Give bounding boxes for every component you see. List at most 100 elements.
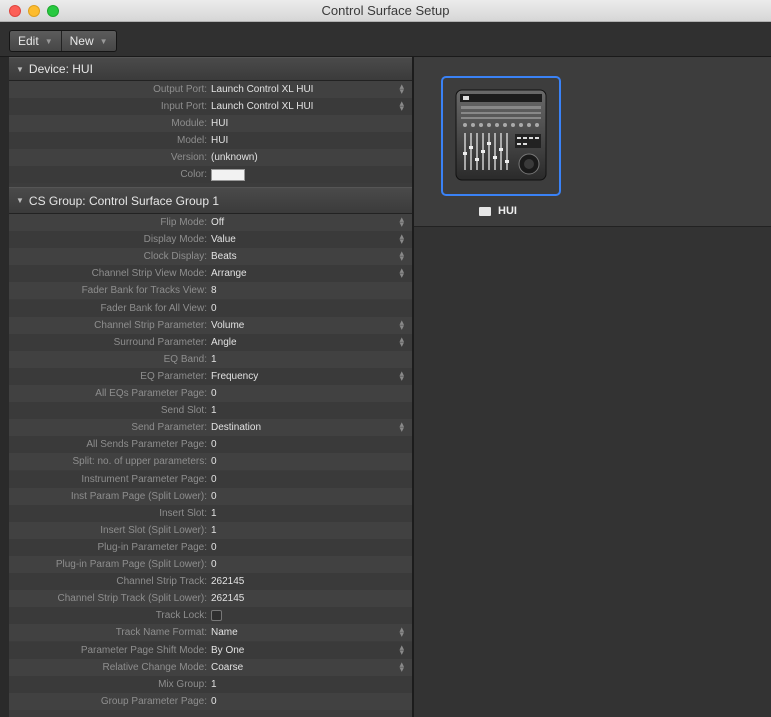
new-menu-button[interactable]: New ▼: [60, 31, 116, 51]
up-down-stepper-icon[interactable]: ▴ ▾: [399, 420, 404, 434]
property-row[interactable]: Inst Param Page (Split Lower): 0: [9, 487, 412, 505]
property-row[interactable]: Track Name Format: Name ▴ ▾: [9, 624, 412, 642]
property-value[interactable]: Arrange: [211, 268, 247, 279]
property-value[interactable]: Value: [211, 234, 236, 245]
empty-surface-area[interactable]: [414, 227, 771, 717]
property-label: Track Lock:: [155, 610, 207, 622]
up-down-stepper-icon[interactable]: ▴ ▾: [399, 266, 404, 280]
property-value[interactable]: 0: [211, 696, 217, 707]
property-value[interactable]: 0: [211, 456, 217, 467]
property-value[interactable]: (unknown): [211, 152, 258, 163]
property-row[interactable]: Clock Display: Beats ▴ ▾: [9, 248, 412, 266]
group-section-header[interactable]: ▼ CS Group: Control Surface Group 1: [9, 187, 412, 214]
property-label: Group Parameter Page:: [100, 695, 207, 707]
property-row[interactable]: All EQs Parameter Page: 0: [9, 385, 412, 402]
property-label: Input Port:: [160, 101, 207, 112]
property-value[interactable]: Frequency: [211, 371, 258, 382]
property-value[interactable]: 262145: [211, 593, 244, 604]
property-row[interactable]: Channel Strip Parameter: Volume ▴ ▾: [9, 316, 412, 334]
property-value[interactable]: 1: [211, 405, 217, 416]
property-value[interactable]: 1: [211, 354, 217, 365]
chevron-down-icon: ▼: [99, 36, 108, 46]
property-value[interactable]: By One: [211, 645, 244, 656]
property-value[interactable]: 0: [211, 388, 217, 399]
up-down-stepper-icon[interactable]: ▴ ▾: [399, 334, 404, 348]
property-row[interactable]: All Sends Parameter Page: 0: [9, 436, 412, 454]
property-value[interactable]: Beats: [211, 251, 237, 262]
property-value[interactable]: 0: [211, 474, 217, 485]
property-row[interactable]: Input Port: Launch Control XL HUI ▴ ▾: [9, 98, 412, 115]
property-value[interactable]: Launch Control XL HUI: [211, 101, 313, 112]
up-down-stepper-icon[interactable]: ▴ ▾: [399, 368, 404, 382]
property-value[interactable]: 8: [211, 285, 217, 296]
property-value[interactable]: Off: [211, 217, 224, 228]
up-down-stepper-icon[interactable]: ▴ ▾: [399, 232, 404, 246]
up-down-stepper-icon[interactable]: ▴ ▾: [399, 317, 404, 331]
property-row[interactable]: Plug-in Param Page (Split Lower): 0: [9, 556, 412, 573]
property-value[interactable]: 0: [211, 439, 217, 450]
property-label: Clock Display:: [143, 251, 207, 263]
property-row[interactable]: Version: (unknown): [9, 149, 412, 166]
up-down-stepper-icon[interactable]: ▴ ▾: [399, 642, 404, 656]
up-down-stepper-icon[interactable]: ▴ ▾: [399, 215, 404, 229]
property-row[interactable]: Flip Mode: Off ▴ ▾: [9, 214, 412, 231]
property-row[interactable]: Fader Bank for All View: 0: [9, 299, 412, 317]
color-swatch[interactable]: [211, 168, 245, 181]
property-row[interactable]: Channel Strip Track: 262145: [9, 573, 412, 591]
property-row[interactable]: Output Port: Launch Control XL HUI ▴ ▾: [9, 81, 412, 98]
disclosure-triangle-icon[interactable]: ▼: [16, 196, 24, 205]
property-value[interactable]: 1: [211, 508, 217, 519]
property-label: All EQs Parameter Page:: [95, 388, 207, 399]
property-value[interactable]: 0: [211, 542, 217, 553]
device-section-header[interactable]: ▼ Device: HUI: [9, 57, 412, 81]
device-caption[interactable]: HUI: [479, 205, 517, 217]
property-row[interactable]: Send Slot: 1: [9, 402, 412, 420]
property-row[interactable]: Track Lock:: [9, 607, 412, 625]
property-row[interactable]: Module: HUI: [9, 115, 412, 132]
property-value[interactable]: HUI: [211, 135, 228, 146]
property-row[interactable]: Parameter Page Shift Mode: By One ▴ ▾: [9, 641, 412, 659]
property-row[interactable]: EQ Parameter: Frequency ▴ ▾: [9, 367, 412, 385]
property-value[interactable]: Destination: [211, 422, 261, 433]
property-row[interactable]: Surround Parameter: Angle ▴ ▾: [9, 333, 412, 351]
property-value[interactable]: HUI: [211, 118, 228, 129]
property-row[interactable]: Channel Strip View Mode: Arrange ▴ ▾: [9, 265, 412, 283]
property-value[interactable]: 0: [211, 559, 217, 570]
up-down-stepper-icon[interactable]: ▴ ▾: [399, 82, 404, 96]
property-row[interactable]: Relative Change Mode: Coarse ▴ ▾: [9, 658, 412, 676]
track-lock-checkbox[interactable]: [211, 610, 222, 622]
property-value[interactable]: Coarse: [211, 662, 243, 673]
property-row[interactable]: Instrument Parameter Page: 0: [9, 470, 412, 488]
property-row[interactable]: Split: no. of upper parameters: 0: [9, 453, 412, 471]
up-down-stepper-icon[interactable]: ▴ ▾: [399, 99, 404, 113]
property-row[interactable]: Color:: [9, 166, 412, 183]
property-value[interactable]: 1: [211, 679, 217, 690]
hui-device-tile[interactable]: [441, 76, 561, 196]
up-down-stepper-icon[interactable]: ▴ ▾: [399, 625, 404, 639]
property-row[interactable]: Mix Group: 1: [9, 675, 412, 693]
property-row[interactable]: Model: HUI: [9, 132, 412, 149]
property-row[interactable]: Group Parameter Page: 0: [9, 692, 412, 710]
property-value[interactable]: Angle: [211, 337, 237, 348]
edit-menu-button[interactable]: Edit ▼: [10, 31, 61, 51]
property-row[interactable]: Insert Slot (Split Lower): 1: [9, 521, 412, 539]
property-row[interactable]: Plug-in Parameter Page: 0: [9, 538, 412, 556]
property-value[interactable]: Launch Control XL HUI: [211, 84, 313, 95]
property-row[interactable]: Display Mode: Value ▴ ▾: [9, 231, 412, 249]
property-value[interactable]: 262145: [211, 576, 244, 587]
property-row[interactable]: Channel Strip Track (Split Lower): 262145: [9, 590, 412, 608]
property-row[interactable]: EQ Band: 1: [9, 350, 412, 368]
property-row[interactable]: Fader Bank for Tracks View: 8: [9, 282, 412, 300]
property-value[interactable]: 1: [211, 525, 217, 536]
inspector-pane[interactable]: ▼ Device: HUI Output Port: Launch Control…: [9, 57, 412, 717]
disclosure-triangle-icon[interactable]: ▼: [16, 65, 24, 74]
up-down-stepper-icon[interactable]: ▴ ▾: [399, 249, 404, 263]
up-down-stepper-icon[interactable]: ▴ ▾: [399, 659, 404, 673]
property-value[interactable]: Name: [211, 627, 238, 638]
property-value[interactable]: Volume: [211, 320, 244, 331]
property-label: Inst Param Page (Split Lower):: [70, 490, 207, 502]
property-row[interactable]: Send Parameter: Destination ▴ ▾: [9, 419, 412, 437]
property-row[interactable]: Insert Slot: 1: [9, 504, 412, 522]
property-value[interactable]: 0: [211, 303, 217, 314]
property-value[interactable]: 0: [211, 491, 217, 502]
